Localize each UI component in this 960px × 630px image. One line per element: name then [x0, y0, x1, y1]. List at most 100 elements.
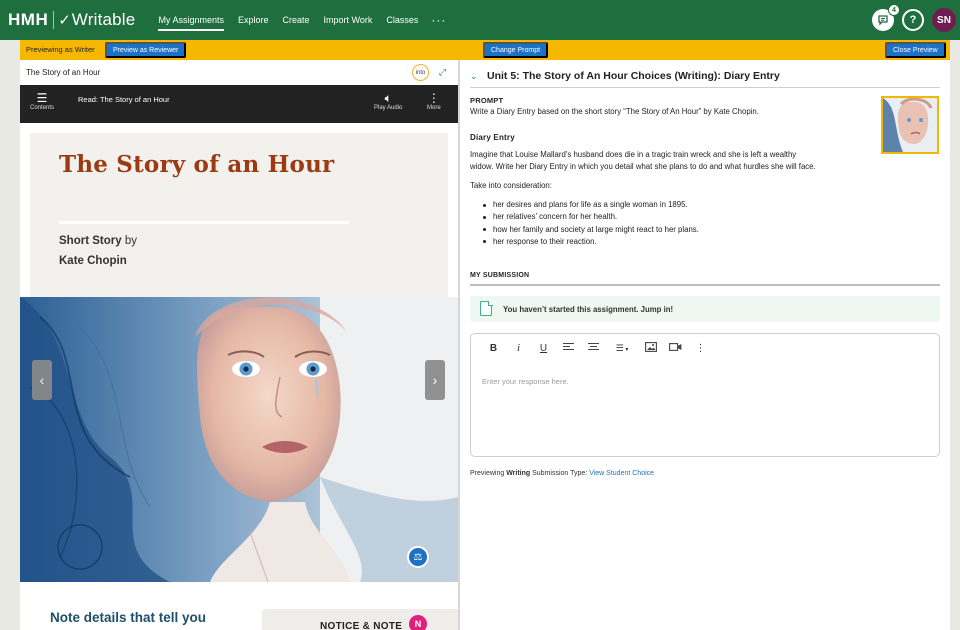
- list-dropdown-button[interactable]: ☰ ▾: [606, 343, 638, 354]
- notice-note-panel[interactable]: NOTICE & NOTE N: [262, 609, 458, 630]
- not-started-banner: You haven’t started this assignment. Jum…: [470, 296, 940, 322]
- list-item: her response to their reaction.: [482, 236, 699, 248]
- brand-name: Writable: [71, 10, 136, 29]
- bulleted-list-icon: ☰: [615, 342, 624, 353]
- chevron-right-icon: ›: [432, 372, 438, 388]
- editor-toolbar: B i U ☰ ▾ ⋮: [471, 334, 939, 362]
- diary-instructions-line-2: widow. Write her Diary Entry in which yo…: [470, 162, 816, 171]
- user-avatar[interactable]: SN: [932, 8, 956, 32]
- align-left-icon: [563, 341, 574, 351]
- my-submission-label: MY SUBMISSION: [470, 272, 530, 279]
- scale-icon: ⚖: [413, 551, 423, 563]
- app-window: HMH ✓ Writable My Assignments Explore Cr…: [0, 0, 960, 630]
- brand-logo[interactable]: HMH ✓ Writable: [8, 10, 135, 30]
- list-item: how her family and society at large migh…: [482, 224, 699, 236]
- prompt-label: PROMPT: [470, 96, 504, 105]
- insert-image-button[interactable]: [638, 341, 663, 355]
- view-student-choice-link[interactable]: View Student Choice: [589, 470, 654, 477]
- help-icon: ?: [909, 14, 917, 26]
- more-button[interactable]: ⋮ More: [427, 91, 441, 111]
- thumbnail-portrait: [883, 98, 937, 152]
- speaker-icon: 🔈︎: [384, 91, 392, 105]
- title-divider: [470, 87, 940, 88]
- title-divider: [59, 221, 349, 224]
- more-options-button[interactable]: ⋮: [688, 343, 713, 354]
- nav-right-actions: 4 ? SN: [872, 0, 960, 40]
- into-badge[interactable]: into: [412, 64, 429, 81]
- reading-pane: The Story of an Hour into ⤢ ☰ Contents R…: [20, 60, 458, 630]
- hamburger-menu-icon: ☰: [36, 91, 48, 105]
- carousel-prev-button[interactable]: ‹: [32, 360, 52, 400]
- image-icon: [644, 341, 657, 352]
- by-label: by: [121, 235, 137, 247]
- video-camera-icon: [669, 342, 682, 351]
- submission-type-suffix: Submission Type:: [530, 470, 590, 477]
- align-center-button[interactable]: [581, 341, 606, 354]
- contents-button[interactable]: ☰ Contents: [30, 91, 54, 111]
- story-title-card: The Story of an Hour Short Story by Kate…: [30, 133, 448, 298]
- align-center-icon: [588, 341, 599, 351]
- response-editor[interactable]: B i U ☰ ▾ ⋮ Enter your response here.: [470, 333, 940, 457]
- story-author: Kate Chopin: [59, 255, 127, 267]
- change-prompt-button[interactable]: Change Prompt: [483, 42, 549, 58]
- preview-bar: Previewing as Writer Preview as Reviewer…: [20, 40, 950, 60]
- assignment-pane: ⌄ Unit 5: The Story of An Hour Choices (…: [460, 60, 950, 630]
- note-heading: Note details that tell you: [50, 610, 207, 625]
- collapse-chevron-icon[interactable]: ⌄: [470, 71, 478, 82]
- prompt-thumbnail[interactable]: [881, 96, 939, 154]
- help-button[interactable]: ?: [902, 9, 924, 31]
- editor-placeholder[interactable]: Enter your response here.: [482, 377, 569, 386]
- submission-divider: [470, 284, 940, 286]
- more-vertical-icon: ⋮: [427, 91, 440, 105]
- messages-button[interactable]: 4: [872, 4, 900, 31]
- notice-note-badge: N: [409, 615, 427, 630]
- nav-more-icon[interactable]: ···: [425, 0, 452, 40]
- nav-my-assignments[interactable]: My Assignments: [151, 0, 231, 40]
- list-item: her relatives’ concern for her health.: [482, 211, 699, 223]
- close-preview-button[interactable]: Close Preview: [885, 42, 946, 58]
- top-navigation: HMH ✓ Writable My Assignments Explore Cr…: [0, 0, 960, 40]
- expand-icon[interactable]: ⤢: [434, 64, 451, 81]
- reading-doc-title: The Story of an Hour: [26, 68, 101, 77]
- diary-entry-heading: Diary Entry: [470, 133, 515, 142]
- story-illustration: [20, 297, 458, 582]
- chevron-left-icon: ‹: [39, 372, 45, 388]
- main-nav: My Assignments Explore Create Import Wor…: [151, 0, 452, 40]
- assignment-title: Unit 5: The Story of An Hour Choices (Wr…: [487, 70, 780, 82]
- carousel-next-button[interactable]: ›: [425, 360, 445, 400]
- document-icon: [480, 300, 493, 316]
- story-genre: Short Story by: [59, 235, 137, 247]
- align-left-button[interactable]: [556, 341, 581, 354]
- scale-tool-button[interactable]: ⚖: [407, 546, 429, 568]
- not-started-text: You haven’t started this assignment. Jum…: [503, 305, 674, 314]
- preview-as-reviewer-button[interactable]: Preview as Reviewer: [105, 42, 187, 58]
- bold-button[interactable]: B: [481, 343, 506, 354]
- nav-classes[interactable]: Classes: [379, 0, 425, 40]
- brand-separator: [53, 11, 55, 29]
- preview-mode-label: Previewing as Writer: [26, 45, 95, 54]
- notification-count-badge: 4: [888, 4, 900, 16]
- nav-explore[interactable]: Explore: [231, 0, 276, 40]
- reader-toolbar: ☰ Contents Read: The Story of an Hour 🔈︎…: [20, 85, 458, 123]
- genre-label: Short Story: [59, 235, 122, 247]
- diary-instructions-line-1: Imagine that Louise Mallard’s husband do…: [470, 150, 797, 159]
- submission-type-line: Previewing Writing Submission Type: View…: [470, 470, 654, 477]
- caret-down-icon: ▾: [623, 346, 629, 353]
- notice-note-label: NOTICE & NOTE: [320, 621, 403, 630]
- insert-video-button[interactable]: [663, 342, 688, 355]
- underline-button[interactable]: U: [531, 343, 556, 354]
- chat-icon: [878, 15, 888, 26]
- italic-button[interactable]: i: [506, 342, 531, 354]
- contents-label: Contents: [30, 105, 55, 111]
- submission-type: Writing: [506, 470, 531, 477]
- reader-title: Read: The Story of an Hour: [78, 95, 170, 104]
- prompt-text: Write a Diary Entry based on the short s…: [470, 107, 759, 116]
- play-audio-button[interactable]: 🔈︎ Play Audio: [374, 91, 402, 111]
- preview-prefix: Previewing: [470, 470, 507, 477]
- woman-portrait-illustration: [20, 297, 458, 582]
- list-item: her desires and plans for life as a sing…: [482, 199, 699, 211]
- nav-create[interactable]: Create: [275, 0, 316, 40]
- nav-import-work[interactable]: Import Work: [317, 0, 380, 40]
- checkmark-icon: ✓: [58, 12, 71, 29]
- more-label: More: [427, 105, 441, 111]
